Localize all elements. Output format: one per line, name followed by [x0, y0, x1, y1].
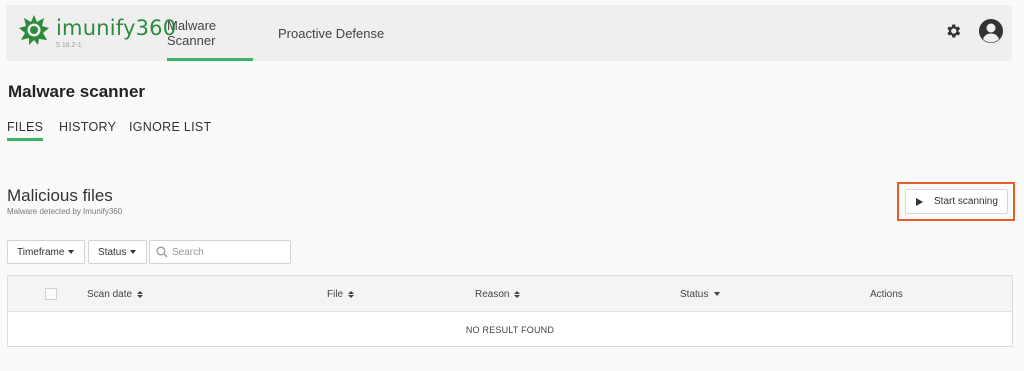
- top-header: imunify360 5.16.2-1 Malware Scanner Proa…: [6, 5, 1012, 61]
- tab-ignore-list[interactable]: IGNORE LIST: [129, 120, 211, 134]
- column-status[interactable]: Status: [680, 276, 721, 312]
- nav-tab-label: Malware Scanner: [167, 18, 217, 48]
- section-subtitle: Malware detected by Imunify360: [7, 207, 123, 216]
- sort-icon: [137, 290, 144, 298]
- sort-icon: [348, 290, 355, 298]
- status-dropdown[interactable]: Status: [88, 240, 147, 264]
- section-title: Malicious files: [7, 186, 113, 205]
- search-input[interactable]: [172, 244, 286, 260]
- column-reason[interactable]: Reason: [475, 276, 521, 312]
- imunify360-logo[interactable]: imunify360 5.16.2-1: [18, 13, 176, 53]
- start-scanning-button[interactable]: Start scanning: [905, 189, 1008, 214]
- timeframe-label: Timeframe: [17, 246, 65, 258]
- brand-name: imunify360: [56, 16, 177, 40]
- user-avatar-icon[interactable]: [978, 18, 1004, 44]
- table-header: Scan date File Reason Status Actions: [8, 276, 1012, 312]
- nav-tab-malware-scanner[interactable]: Malware Scanner: [167, 5, 253, 61]
- nav-tab-label: Proactive Defense: [278, 25, 385, 41]
- search-icon: [156, 246, 168, 258]
- chevron-down-icon: [130, 250, 137, 254]
- sort-icon: [514, 290, 521, 298]
- timeframe-dropdown[interactable]: Timeframe: [7, 240, 85, 264]
- column-label: Status: [680, 288, 709, 300]
- tab-files[interactable]: FILES: [7, 120, 44, 141]
- malicious-files-table: Scan date File Reason Status Actions NO …: [7, 275, 1013, 347]
- column-label: Reason: [475, 288, 510, 300]
- column-label: Scan date: [87, 288, 133, 300]
- page-title: Malware scanner: [8, 82, 146, 101]
- column-actions: Actions: [870, 276, 903, 312]
- column-label: Actions: [870, 288, 903, 300]
- empty-table-message: NO RESULT FOUND: [465, 325, 555, 335]
- chevron-down-icon: [68, 250, 75, 254]
- brand-version: 5.16.2-1: [56, 42, 82, 49]
- start-scanning-label: Start scanning: [934, 196, 998, 207]
- play-icon: [916, 197, 923, 206]
- logo-star-icon: [19, 15, 49, 45]
- status-label: Status: [98, 246, 127, 258]
- search-box: [149, 240, 291, 264]
- gear-icon[interactable]: [944, 22, 962, 40]
- select-all-checkbox[interactable]: [45, 288, 57, 300]
- column-label: File: [327, 288, 344, 300]
- column-file[interactable]: File: [327, 276, 355, 312]
- tab-history[interactable]: HISTORY: [59, 120, 116, 134]
- chevron-down-icon: [714, 292, 721, 296]
- nav-tab-proactive-defense[interactable]: Proactive Defense: [278, 5, 384, 61]
- column-scan-date[interactable]: Scan date: [87, 276, 144, 312]
